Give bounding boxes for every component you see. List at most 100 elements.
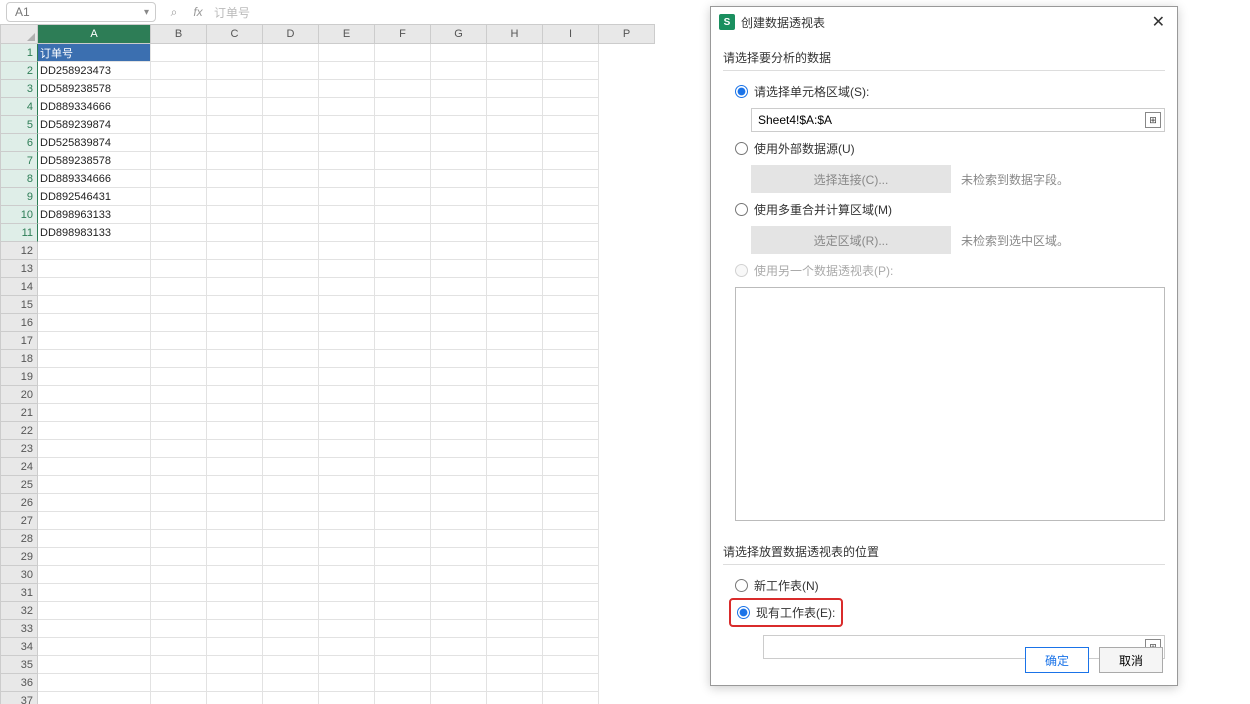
cell[interactable] (543, 152, 599, 170)
cell[interactable] (319, 80, 375, 98)
cell[interactable] (263, 566, 319, 584)
cell[interactable] (431, 188, 487, 206)
cell[interactable] (487, 566, 543, 584)
cell[interactable] (487, 152, 543, 170)
cell[interactable] (543, 224, 599, 242)
cell[interactable] (207, 620, 263, 638)
cell[interactable] (487, 422, 543, 440)
row-header[interactable]: 35 (0, 656, 38, 674)
cell[interactable] (543, 44, 599, 62)
row-header[interactable]: 33 (0, 620, 38, 638)
cell[interactable] (207, 440, 263, 458)
col-header[interactable]: B (151, 24, 207, 44)
cell[interactable] (543, 134, 599, 152)
cell[interactable] (207, 296, 263, 314)
cell[interactable] (431, 296, 487, 314)
cell[interactable] (487, 458, 543, 476)
col-header[interactable]: I (543, 24, 599, 44)
cell[interactable] (151, 224, 207, 242)
cell[interactable] (38, 674, 151, 692)
cell[interactable]: DD258923473 (38, 62, 151, 80)
cell[interactable] (151, 620, 207, 638)
cell[interactable]: DD889334666 (38, 170, 151, 188)
cell[interactable] (151, 260, 207, 278)
cell[interactable] (431, 494, 487, 512)
cell[interactable] (487, 584, 543, 602)
cell[interactable] (431, 224, 487, 242)
cell[interactable] (263, 656, 319, 674)
cell[interactable] (38, 584, 151, 602)
cell[interactable] (207, 602, 263, 620)
cell[interactable] (431, 656, 487, 674)
cell[interactable] (375, 206, 431, 224)
cell[interactable] (375, 170, 431, 188)
cell[interactable] (487, 314, 543, 332)
cell[interactable] (319, 674, 375, 692)
cell[interactable] (207, 548, 263, 566)
cell[interactable] (375, 584, 431, 602)
cell[interactable] (431, 602, 487, 620)
cell[interactable] (207, 152, 263, 170)
cell[interactable] (263, 548, 319, 566)
cell[interactable] (431, 116, 487, 134)
cell[interactable] (38, 242, 151, 260)
cell[interactable] (38, 656, 151, 674)
cell[interactable] (207, 386, 263, 404)
cell[interactable]: 订单号 (38, 44, 151, 62)
cell[interactable] (431, 242, 487, 260)
cell[interactable] (263, 512, 319, 530)
cell[interactable] (207, 476, 263, 494)
cell[interactable] (207, 260, 263, 278)
radio-cell-range[interactable]: 请选择单元格区域(S): (723, 79, 1165, 104)
radio-existing-sheet[interactable]: 现有工作表(E): (737, 604, 835, 621)
cell[interactable] (375, 260, 431, 278)
row-header[interactable]: 37 (0, 692, 38, 704)
cell[interactable] (151, 350, 207, 368)
cell[interactable] (151, 602, 207, 620)
cell[interactable] (319, 656, 375, 674)
cell[interactable] (151, 422, 207, 440)
cell[interactable] (543, 80, 599, 98)
cell[interactable] (487, 170, 543, 188)
cell[interactable] (431, 98, 487, 116)
cell[interactable] (151, 368, 207, 386)
row-header[interactable]: 8 (0, 170, 38, 188)
cell[interactable] (319, 440, 375, 458)
cell[interactable] (487, 116, 543, 134)
cell[interactable] (207, 566, 263, 584)
fx-icon[interactable]: fx (190, 5, 206, 19)
cell[interactable] (431, 350, 487, 368)
cell[interactable]: DD892546431 (38, 188, 151, 206)
cell[interactable] (319, 170, 375, 188)
cell[interactable] (207, 494, 263, 512)
cell[interactable] (263, 152, 319, 170)
cell[interactable] (207, 530, 263, 548)
cell[interactable] (263, 350, 319, 368)
cell[interactable] (38, 548, 151, 566)
cell[interactable] (487, 404, 543, 422)
cell[interactable] (151, 404, 207, 422)
cell[interactable] (375, 278, 431, 296)
cell[interactable] (375, 62, 431, 80)
cell[interactable] (543, 422, 599, 440)
row-header[interactable]: 22 (0, 422, 38, 440)
search-icon[interactable]: ⌕ (166, 5, 182, 20)
cell[interactable]: DD525839874 (38, 134, 151, 152)
cell[interactable] (431, 584, 487, 602)
cell[interactable] (263, 440, 319, 458)
cell[interactable] (431, 368, 487, 386)
cell[interactable] (263, 530, 319, 548)
cell[interactable] (207, 62, 263, 80)
cell[interactable] (487, 224, 543, 242)
cell[interactable] (207, 404, 263, 422)
cell[interactable] (431, 44, 487, 62)
cell[interactable] (431, 476, 487, 494)
cell[interactable] (319, 152, 375, 170)
cell[interactable] (375, 386, 431, 404)
cell[interactable] (151, 584, 207, 602)
cell[interactable] (487, 206, 543, 224)
cell[interactable] (487, 620, 543, 638)
cell[interactable] (38, 440, 151, 458)
cell[interactable] (263, 404, 319, 422)
cell[interactable] (487, 98, 543, 116)
